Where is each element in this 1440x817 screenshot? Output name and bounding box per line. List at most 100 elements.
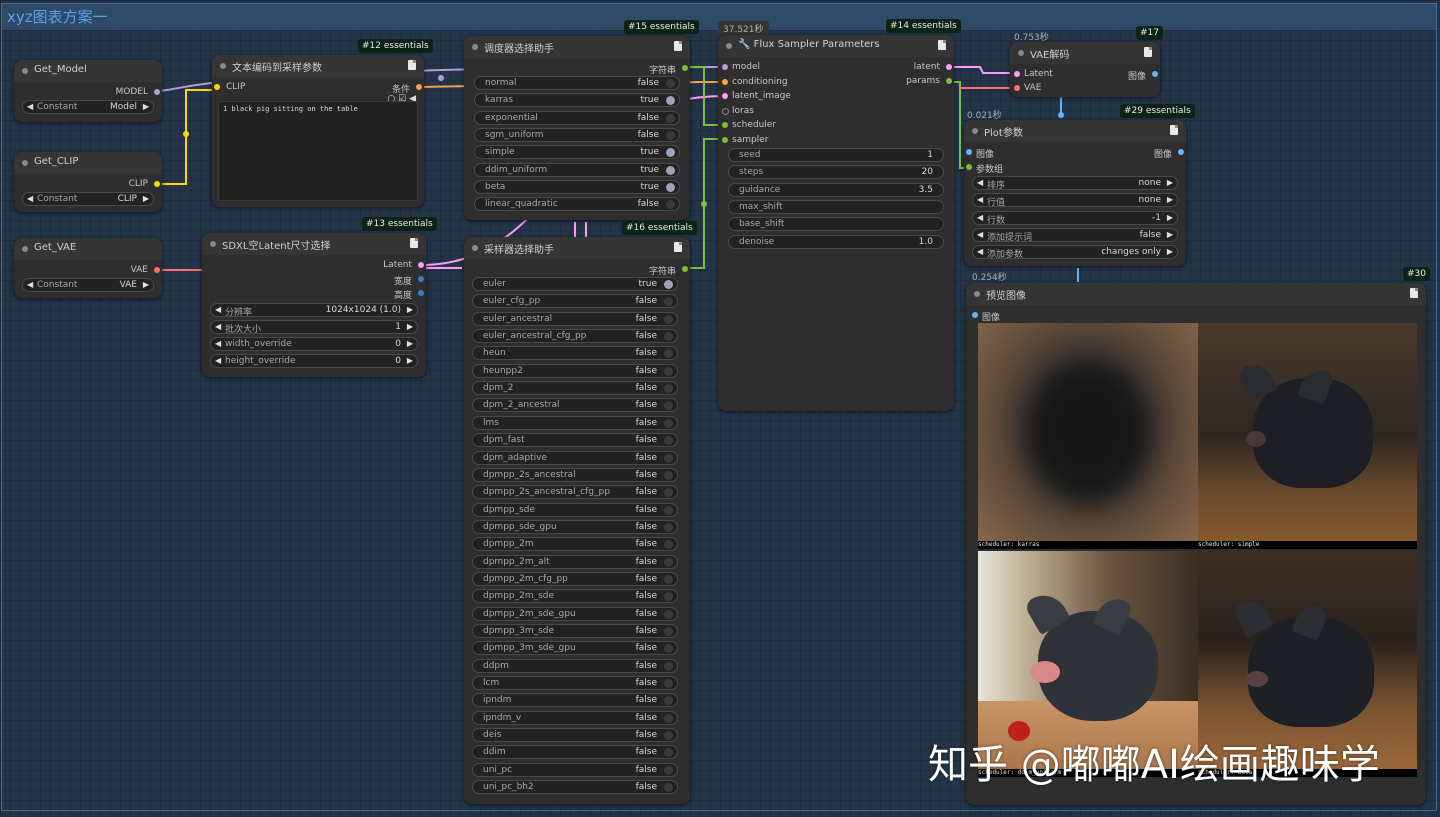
toggle-dpmpp-2m-cfg-pp[interactable]: dpmpp_2m_cfg_pp false (472, 571, 678, 586)
collapse-dot[interactable] (1018, 50, 1024, 56)
document-icon[interactable] (1144, 47, 1152, 57)
combo-plot-4[interactable]: ◀ 添加参数 changes only ▶ (972, 245, 1178, 260)
resolution-combo[interactable]: ◀ 分辨率 1024x1024 (1.0) ▶ (210, 303, 418, 318)
arrow-right-icon[interactable]: ▶ (143, 194, 149, 203)
collapse-dot[interactable] (972, 128, 978, 134)
toggle-dpmpp-2m-sde[interactable]: dpmpp_2m_sde false (472, 589, 678, 604)
toggle-knob[interactable] (664, 627, 673, 636)
toggle-dpmpp-sde[interactable]: dpmpp_sde false (472, 502, 678, 517)
arrow-right-icon[interactable]: ▶ (1167, 178, 1173, 187)
toggle-euler-ancestral[interactable]: euler_ancestral false (472, 311, 678, 326)
arrow-left-icon[interactable]: ◀ (977, 195, 983, 204)
document-icon[interactable] (674, 41, 682, 51)
collapse-dot[interactable] (22, 160, 28, 166)
toggle-knob[interactable] (664, 748, 673, 758)
field-denoise[interactable]: denoise 1.0 (728, 234, 944, 249)
constant-combo[interactable]: ◀ Constant CLIP ▶ (22, 192, 154, 206)
toggle-deis[interactable]: deis false (472, 728, 678, 743)
toggle-knob[interactable] (664, 522, 673, 532)
toggle-knob[interactable] (664, 366, 673, 376)
toggle-knob[interactable] (664, 713, 673, 723)
collapse-dot[interactable] (22, 68, 28, 74)
arrow-right-icon[interactable]: ▶ (407, 356, 413, 365)
input-port-loras[interactable] (722, 107, 729, 115)
toggle-heun[interactable]: heun false (472, 346, 678, 361)
input-port-conditioning[interactable] (722, 78, 728, 85)
input-port-image[interactable] (966, 149, 972, 155)
combo-plot-3[interactable]: ◀ 添加提示词 false ▶ (972, 227, 1178, 243)
get-model-node[interactable]: Get_Model MODEL ◀ Constant Model ▶ (14, 60, 162, 122)
constant-combo[interactable]: ◀ Constant VAE ▶ (22, 278, 154, 292)
output-port[interactable] (418, 262, 424, 268)
toggle-knob[interactable] (664, 436, 673, 446)
toggle-ddim-uniform[interactable]: ddim_uniform true (474, 162, 680, 177)
get-clip-node[interactable]: Get_CLIP CLIP ◀ Constant CLIP ▶ (14, 152, 162, 212)
toggle-lms[interactable]: lms false (472, 415, 678, 430)
toggle-dpmpp-2m-sde-gpu[interactable]: dpmpp_2m_sde_gpu false (472, 606, 678, 621)
toggle-knob[interactable] (664, 349, 673, 359)
field-base-shift[interactable]: base_shift (728, 217, 944, 232)
output-port[interactable] (154, 267, 160, 273)
arrow-right-icon[interactable]: ▶ (407, 322, 413, 331)
arrow-right-icon[interactable]: ▶ (143, 280, 149, 289)
combo-plot-2[interactable]: ◀ 行数 -1 ▶ (972, 210, 1178, 226)
toggle-knob[interactable] (664, 592, 673, 602)
prompt-textarea[interactable]: 1 black pig sitting on the table (218, 101, 418, 201)
toggle-knob[interactable] (664, 574, 673, 584)
plot-params-node[interactable]: Plot参数 图像 参数组 图像 ◀ 排序 none ▶ ◀ 行值 none ▶ ◀ 行数 -1 ▶ ◀… (964, 120, 1186, 266)
toggle-dpmpp-2s-ancestral[interactable]: dpmpp_2s_ancestral false (472, 467, 678, 482)
toggle-knob[interactable] (664, 644, 673, 654)
arrow-left-icon[interactable]: ◀ (27, 194, 33, 203)
toggle-exponential[interactable]: exponential false (474, 110, 680, 125)
toggle-dpm-2[interactable]: dpm_2 false (472, 381, 678, 396)
collapse-dot[interactable] (472, 44, 478, 50)
toggle-knob[interactable] (664, 783, 673, 793)
toggle-knob[interactable] (664, 540, 673, 550)
arrow-left-icon[interactable]: ◀ (215, 356, 221, 365)
toggle-knob[interactable] (666, 200, 675, 210)
input-port-image[interactable] (972, 312, 978, 318)
field-steps[interactable]: steps 20 (728, 165, 944, 180)
toggle-dpmpp-3m-sde[interactable]: dpmpp_3m_sde false (472, 624, 678, 638)
arrow-left-icon[interactable]: ◀ (27, 102, 33, 111)
preview-image-node[interactable]: 预览图像 图像 scheduler: karras scheduler: sim… (966, 283, 1426, 805)
collapse-dot[interactable] (472, 245, 478, 251)
arrow-right-icon[interactable]: ▶ (1167, 213, 1173, 222)
width-override-field[interactable]: ◀ width_override 0 ▶ (210, 337, 418, 351)
toggle-knob[interactable] (664, 661, 673, 671)
toggle-ipndm-v[interactable]: ipndm_v false (472, 710, 678, 725)
toggle-dpmpp-2m[interactable]: dpmpp_2m false (472, 537, 678, 552)
arrow-right-icon[interactable]: ▶ (1167, 247, 1173, 256)
toggle-knob[interactable] (664, 453, 673, 463)
output-port[interactable] (418, 290, 424, 296)
combo-plot-1[interactable]: ◀ 行值 none ▶ (972, 193, 1178, 208)
toggle-normal[interactable]: normal false (474, 76, 680, 90)
field-max-shift[interactable]: max_shift (728, 199, 944, 214)
toggle-knob[interactable] (664, 384, 673, 394)
toggle-knob[interactable] (664, 280, 673, 289)
toggle-knob[interactable] (664, 679, 673, 689)
arrow-right-icon[interactable]: ▶ (1167, 230, 1173, 239)
toggle-ipndm[interactable]: ipndm false (472, 693, 678, 708)
arrow-right-icon[interactable]: ▶ (1167, 195, 1173, 204)
toggle-dpmpp-3m-sde-gpu[interactable]: dpmpp_3m_sde_gpu false (472, 641, 678, 656)
arrow-left-icon[interactable]: ◀ (215, 339, 221, 348)
arrow-left-icon[interactable]: ◀ (977, 247, 983, 256)
toggle-heunpp2[interactable]: heunpp2 false (472, 363, 678, 378)
toggle-dpm-fast[interactable]: dpm_fast false (472, 433, 678, 448)
flux-sampler-params-node[interactable]: 🔧 Flux Sampler Parameters model condition… (718, 35, 954, 411)
toggle-ddpm[interactable]: ddpm false (472, 658, 678, 673)
batch-size-field[interactable]: ◀ 批次大小 1 ▶ (210, 320, 418, 335)
toggle-dpm-adaptive[interactable]: dpm_adaptive false (472, 450, 678, 465)
output-port[interactable] (1152, 71, 1158, 77)
toggle-knob[interactable] (664, 470, 673, 480)
toggle-knob[interactable] (666, 113, 675, 123)
collapse-dot[interactable] (210, 241, 216, 247)
field-guidance[interactable]: guidance 3.5 (728, 182, 944, 197)
toggle-dpmpp-2s-ancestral-cfg-pp[interactable]: dpmpp_2s_ancestral_cfg_pp false (472, 485, 678, 500)
toggle-uni-pc[interactable]: uni_pc false (472, 762, 678, 777)
arrow-left-icon[interactable]: ◀ (977, 230, 983, 239)
toggle-lcm[interactable]: lcm false (472, 676, 678, 691)
output-port[interactable] (682, 65, 688, 71)
vae-decode-node[interactable]: VAE解码 Latent VAE 图像 (1010, 42, 1160, 97)
